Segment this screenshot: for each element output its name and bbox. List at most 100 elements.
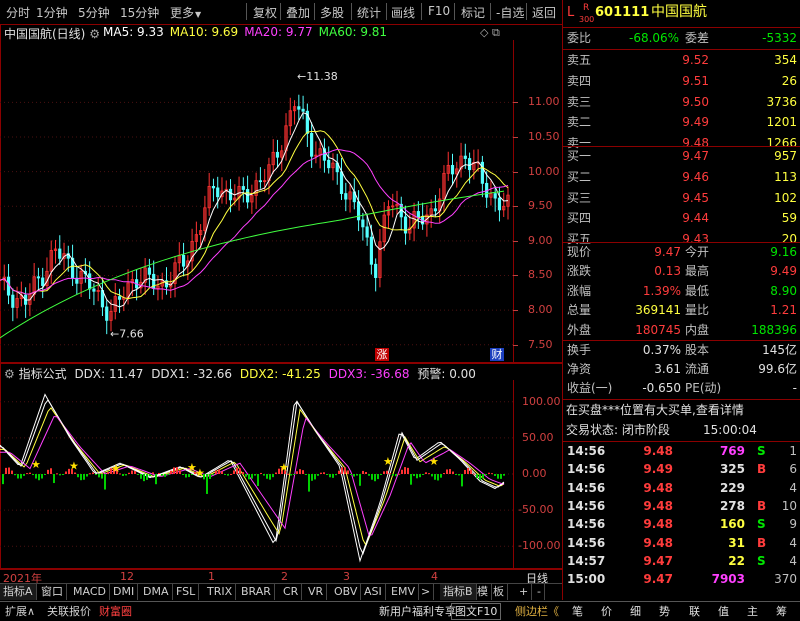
candle-body: [58, 248, 62, 259]
indicator-tab[interactable]: FSL: [173, 584, 200, 600]
indicator-tab[interactable]: VR: [305, 584, 328, 600]
status-tab[interactable]: 扩展∧: [2, 603, 38, 620]
toolbar-button[interactable]: 1分钟: [36, 4, 68, 21]
stat-value: 180745: [635, 322, 681, 337]
stat-label: 涨跌: [567, 264, 592, 279]
quote-tab[interactable]: 笔: [569, 603, 586, 620]
candle-body: [88, 273, 92, 290]
quote-tab[interactable]: 主: [744, 603, 761, 620]
tick-time: 14:56: [567, 498, 606, 513]
ddx-histogram-bar: [428, 473, 430, 475]
toolbar-button[interactable]: 叠加: [286, 4, 310, 21]
indicator-tab[interactable]: 板: [490, 584, 508, 600]
quote-tab[interactable]: 势: [656, 603, 673, 620]
indicator-tab[interactable]: 指标A: [0, 584, 37, 600]
indicator-tab[interactable]: DMA: [140, 584, 173, 600]
ddx-histogram-bar: [167, 474, 169, 475]
indicator-tab[interactable]: ASI: [361, 584, 386, 600]
price-tick: [513, 240, 518, 242]
sidebar-toggle[interactable]: 侧边栏《: [512, 603, 562, 620]
ddx-histogram-bar: [425, 472, 427, 474]
indicator-tab[interactable]: TRIX: [204, 584, 237, 600]
status-tab[interactable]: 财富圈: [96, 603, 135, 620]
quote-tab[interactable]: 细: [627, 603, 644, 620]
order-book-row[interactable]: 卖四 9.51 26: [563, 72, 800, 91]
indicator-settings-icon[interactable]: ⚙: [4, 367, 15, 381]
ddx-histogram-bar: [320, 472, 322, 474]
stat-label: 最高: [685, 264, 710, 279]
weibi-label: 委比: [567, 31, 592, 45]
ddx-histogram-bar: [134, 470, 136, 474]
ddx-histogram-bar: [188, 474, 190, 478]
time-axis-month: 12: [120, 570, 134, 583]
ddx-histogram-bar: [5, 467, 7, 474]
stat-value: 1.39%: [642, 283, 681, 298]
toolbar-button[interactable]: 5分钟: [78, 4, 110, 21]
settings-icon[interactable]: ⚙: [89, 27, 100, 41]
toolbar-button[interactable]: 更多▼: [170, 4, 201, 21]
ddx-histogram-bar: [59, 474, 61, 476]
toolbar-button[interactable]: 统计: [357, 4, 381, 21]
price-extreme-marker: ←7.66: [110, 328, 144, 341]
ddx-histogram-bar: [74, 472, 76, 474]
order-book-row[interactable]: 卖五 9.52 354: [563, 51, 800, 70]
diamond-icon[interactable]: ◇: [480, 26, 488, 39]
notice-text[interactable]: 在买盘***位置有大买单,查看详情: [566, 401, 744, 420]
indicator-tab[interactable]: MACD: [70, 584, 110, 600]
toolbar-button[interactable]: 15分钟: [120, 4, 159, 21]
indicator-tab[interactable]: -: [534, 584, 545, 600]
ddx-histogram-bar: [122, 474, 124, 476]
ddx-histogram-bar: [395, 474, 397, 477]
candle-body: [365, 226, 369, 238]
toolbar-button[interactable]: 分时: [6, 4, 30, 21]
order-book-row[interactable]: 买一 9.47 957: [563, 147, 800, 166]
indicator-tab[interactable]: EMV: [388, 584, 419, 600]
ddx-histogram-bar: [98, 474, 100, 478]
tick-flag: S: [757, 553, 766, 568]
quote-tab[interactable]: 联: [686, 603, 703, 620]
candle-body: [497, 197, 502, 211]
ddx-histogram-bar: [140, 474, 142, 479]
status-tab[interactable]: 关联报价: [44, 603, 94, 620]
stat-label: 现价: [567, 245, 592, 259]
quote-tab[interactable]: 筹: [773, 603, 790, 620]
indicator-tab[interactable]: DMI: [110, 584, 139, 600]
tuwen-f10-button[interactable]: 图文F10: [451, 603, 502, 620]
toolbar-button[interactable]: 标记: [461, 4, 485, 21]
toolbar-button[interactable]: 画线: [391, 4, 415, 21]
indicator-tab[interactable]: 窗口: [38, 584, 67, 600]
ma-legend-item: MA10: 9.69: [169, 25, 239, 39]
order-level-label: 买三: [567, 190, 592, 205]
ddx-histogram-bar: [392, 474, 394, 476]
order-volume: 113: [774, 169, 797, 184]
quote-tab[interactable]: 值: [715, 603, 732, 620]
ddx-histogram-bar: [347, 470, 349, 474]
toolbar-button[interactable]: 多股: [320, 4, 344, 21]
restore-icon[interactable]: ⧉: [492, 26, 500, 39]
indicator-tab[interactable]: 指标B: [440, 584, 477, 600]
order-book-row[interactable]: 买二 9.46 113: [563, 168, 800, 187]
kline-chart[interactable]: ←11.38 ←7.66: [0, 40, 514, 362]
star-signal-icon: ★: [195, 467, 205, 480]
indicator-tab[interactable]: CR: [280, 584, 303, 600]
indicator-tab[interactable]: >: [418, 584, 435, 600]
order-book-row[interactable]: 卖三 9.50 3736: [563, 93, 800, 112]
indicator-tab[interactable]: OBV: [331, 584, 362, 600]
quote-tab[interactable]: 价: [598, 603, 615, 620]
indicator-tab[interactable]: BRAR: [238, 584, 275, 600]
indicator-chart[interactable]: ★ ★ ★ ★★ ★ ★ ★: [0, 380, 514, 568]
indicator-tab[interactable]: +: [516, 584, 533, 600]
promo-link[interactable]: 新用户福利专享: [376, 603, 459, 620]
toolbar-button[interactable]: 返回: [532, 4, 556, 21]
stock-name: 中国国航: [651, 4, 707, 20]
chart-window-icons[interactable]: ◇ ⧉: [480, 26, 500, 40]
quote-stat-row: 收益(一) -0.650 PE(动) -: [563, 379, 800, 398]
order-book-row[interactable]: 买三 9.45 102: [563, 189, 800, 208]
order-book-row[interactable]: 卖二 9.49 1201: [563, 113, 800, 132]
order-book-row[interactable]: 买四 9.44 59: [563, 209, 800, 228]
toolbar-button[interactable]: F10: [428, 4, 450, 18]
stat-label: 外盘: [567, 322, 592, 337]
toolbar-button[interactable]: 复权: [253, 4, 277, 21]
toolbar-button[interactable]: -自选: [496, 4, 524, 21]
big-order-notice[interactable]: 在买盘***位置有大买单,查看详情: [563, 401, 800, 420]
